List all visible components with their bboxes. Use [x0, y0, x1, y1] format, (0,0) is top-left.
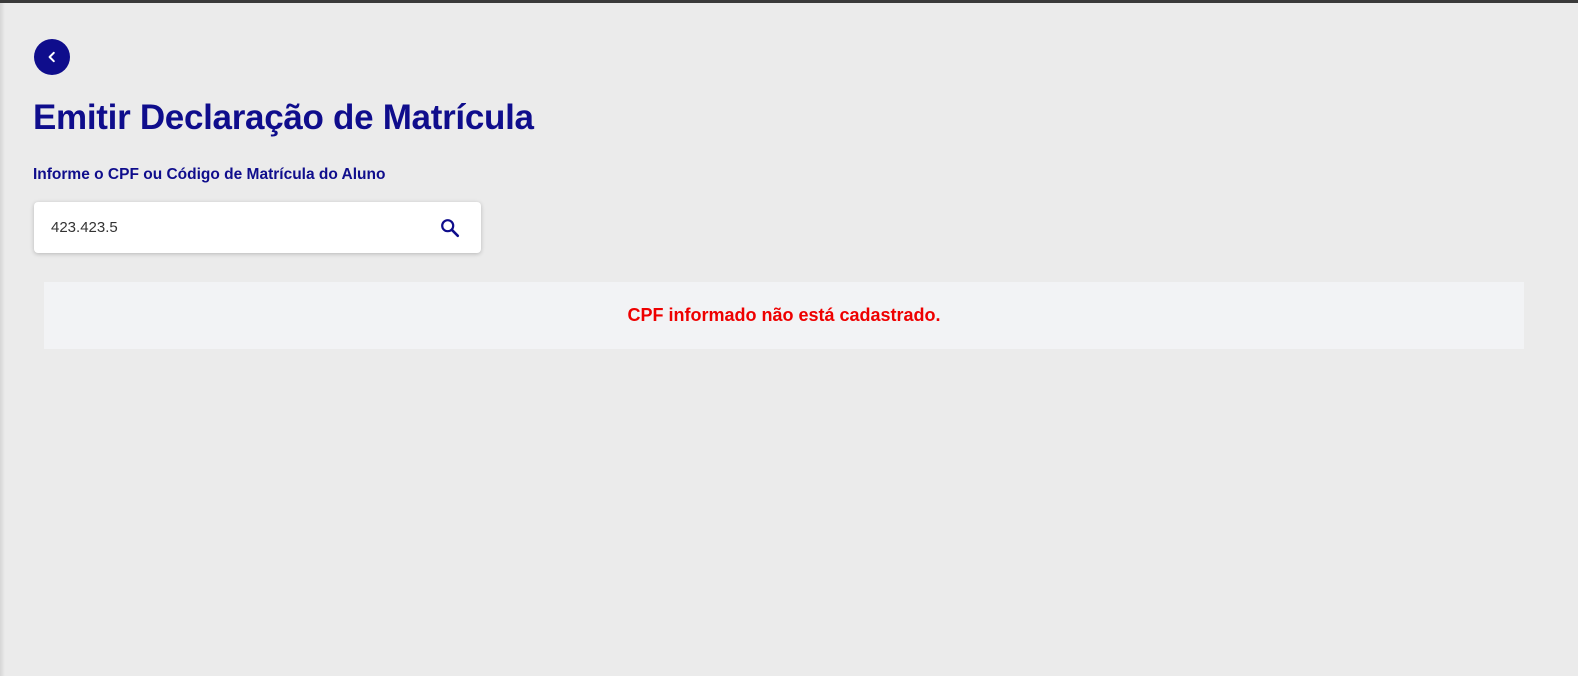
error-message: CPF informado não está cadastrado. [627, 305, 941, 325]
error-message-panel: CPF informado não está cadastrado. [44, 282, 1524, 349]
cpf-search-input[interactable] [51, 202, 431, 253]
back-button[interactable] [34, 39, 70, 75]
search-icon [441, 219, 460, 238]
window-top-border [0, 0, 1578, 3]
cpf-field-label: Informe o CPF ou Código de Matrícula do … [33, 166, 386, 183]
chevron-left-icon [48, 51, 55, 63]
search-box [34, 202, 481, 253]
page-title: Emitir Declaração de Matrícula [33, 98, 534, 137]
search-button[interactable] [432, 210, 468, 246]
window-left-edge [0, 3, 5, 676]
